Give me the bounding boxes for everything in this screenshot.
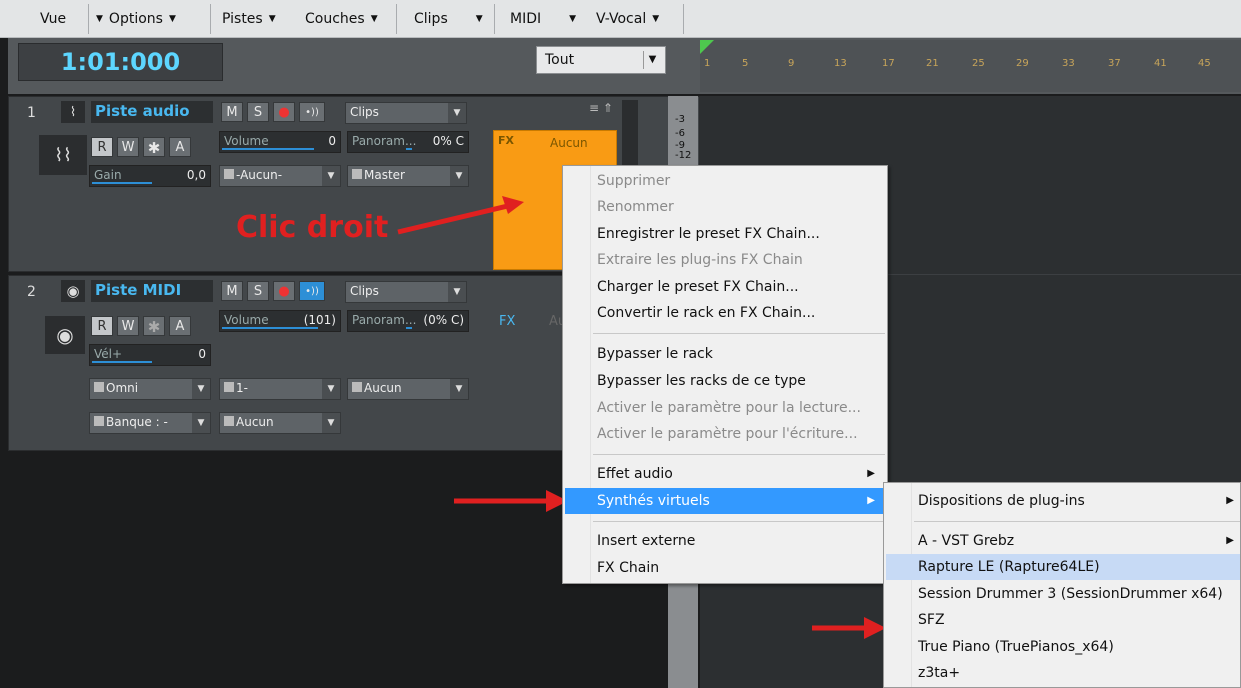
submenu-item-sfz[interactable]: SFZ [886, 607, 1240, 633]
menu-item-audio-effect[interactable]: Effet audio ▶ [565, 461, 885, 487]
menu-item-external-insert[interactable]: Insert externe [565, 528, 885, 554]
menu-separator [914, 521, 1240, 522]
menu-separator [593, 333, 885, 334]
submenu-item-plugin-layouts[interactable]: Dispositions de plug-ins ▶ [886, 488, 1240, 514]
menu-item-fx-chain[interactable]: FX Chain [565, 555, 885, 581]
menu-item-bypass-rack[interactable]: Bypasser le rack [565, 341, 885, 367]
menu-item-virtual-synths[interactable]: Synthés virtuels ▶ [565, 488, 885, 514]
submenu-item-vst-grebz-label: A - VST Grebz [918, 533, 1015, 549]
context-menu: Supprimer Renommer Enregistrer le preset… [562, 165, 888, 584]
menu-item-bypass-racks-type[interactable]: Bypasser les racks de ce type [565, 368, 885, 394]
submenu-item-rapture-le[interactable]: Rapture LE (Rapture64LE) [886, 554, 1240, 580]
menu-item-extract-fx-chain[interactable]: Extraire les plug-ins FX Chain [565, 247, 885, 273]
menu-separator [593, 454, 885, 455]
menu-item-enable-param-write[interactable]: Activer le paramètre pour l'écriture... [565, 421, 885, 447]
menu-item-save-fx-chain-preset[interactable]: Enregistrer le preset FX Chain... [565, 221, 885, 247]
submenu-arrow-icon: ▶ [1226, 535, 1234, 546]
submenu-item-vst-grebz[interactable]: A - VST Grebz ▶ [886, 528, 1240, 554]
synth-submenu: Dispositions de plug-ins ▶ A - VST Grebz ▶… [883, 482, 1241, 688]
annotation-arrow-head [502, 196, 524, 214]
submenu-item-plugin-layouts-label: Dispositions de plug-ins [918, 493, 1085, 509]
menu-item-supprimer[interactable]: Supprimer [565, 168, 885, 194]
menu-separator [593, 521, 885, 522]
submenu-item-session-drummer[interactable]: Session Drummer 3 (SessionDrummer x64) [886, 581, 1240, 607]
submenu-item-true-piano[interactable]: True Piano (TruePianos_x64) [886, 634, 1240, 660]
menu-item-convert-rack[interactable]: Convertir le rack en FX Chain... [565, 300, 885, 326]
menu-item-renommer[interactable]: Renommer [565, 194, 885, 220]
annotation-arrow [397, 202, 513, 235]
submenu-arrow-icon: ▶ [1226, 495, 1234, 506]
submenu-arrow-icon: ▶ [867, 468, 875, 479]
menu-item-load-fx-chain-preset[interactable]: Charger le preset FX Chain... [565, 274, 885, 300]
menu-item-enable-param-read[interactable]: Activer le paramètre pour la lecture... [565, 395, 885, 421]
submenu-arrow-icon: ▶ [867, 495, 875, 506]
submenu-item-z3ta[interactable]: z3ta+ [886, 660, 1240, 686]
menu-item-audio-effect-label: Effet audio [597, 466, 673, 482]
menu-item-virtual-synths-label: Synthés virtuels [597, 493, 710, 509]
